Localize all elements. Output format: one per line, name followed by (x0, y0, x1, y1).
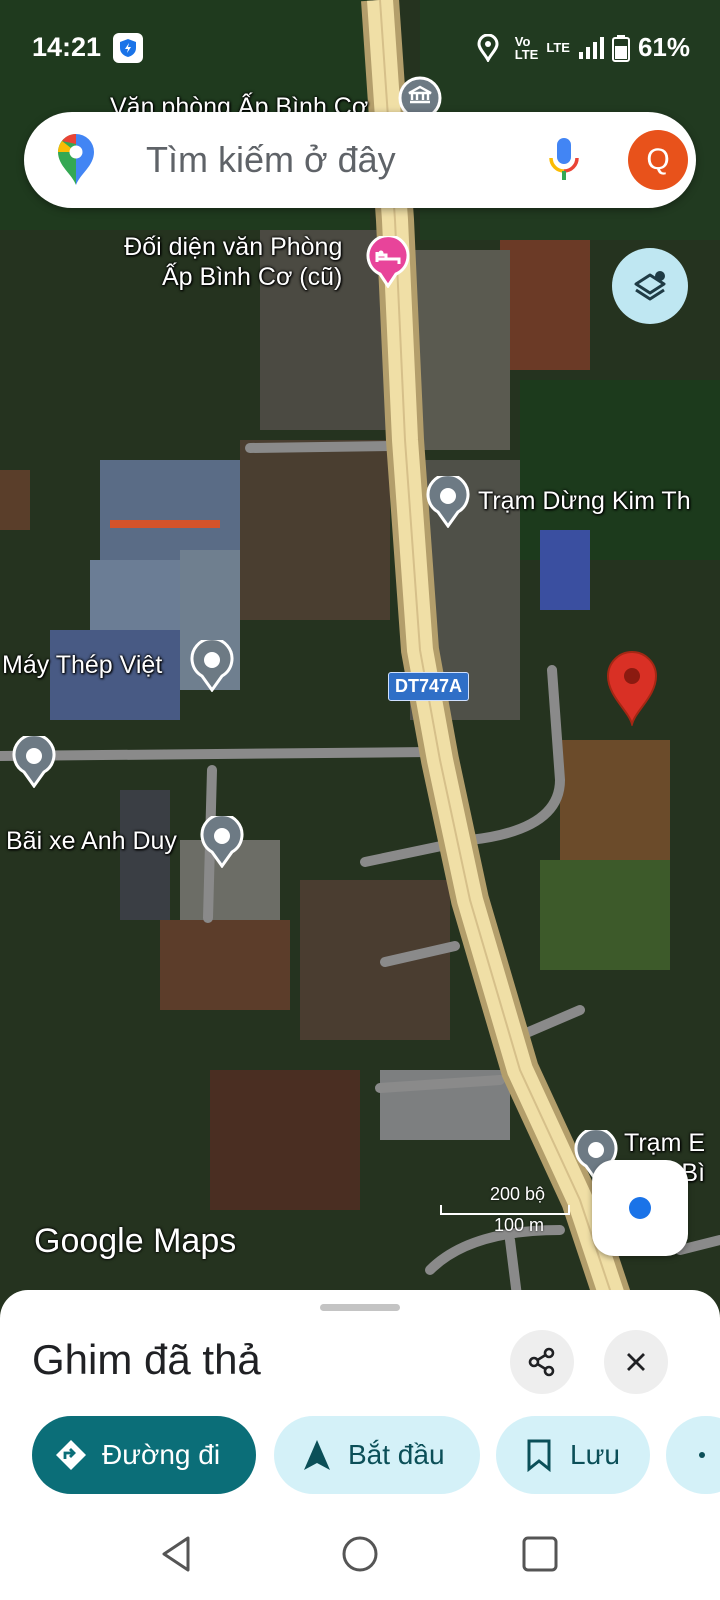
map-pin-icon[interactable] (12, 736, 56, 788)
my-location-button[interactable] (592, 1160, 688, 1256)
close-icon (627, 1353, 645, 1371)
poi-label-tram-dung[interactable]: Trạm Dừng Kim Th (478, 486, 691, 516)
signal-icon (578, 36, 604, 59)
search-input[interactable]: Tìm kiếm ở đây (146, 139, 396, 181)
battery-percent: 61% (637, 32, 690, 62)
share-icon (692, 1438, 720, 1472)
close-button[interactable] (604, 1330, 668, 1394)
navigation-arrow-icon (300, 1438, 334, 1472)
account-avatar[interactable]: Q (628, 130, 688, 190)
location-icon (477, 33, 499, 62)
map-pin-icon[interactable] (200, 816, 244, 868)
google-maps-pin-logo-icon (58, 134, 94, 185)
poi-label-may-thep[interactable]: Máy Thép Việt (2, 650, 162, 680)
sheet-title: Ghim đã thả (32, 1336, 261, 1383)
poi-label-doi-dien[interactable]: Đối diện văn Phòng Ấp Bình Cơ (cũ) (116, 232, 342, 292)
my-location-icon (629, 1197, 651, 1219)
search-bar[interactable]: Tìm kiếm ở đây Q (24, 112, 696, 208)
map-pin-icon[interactable] (190, 640, 234, 692)
scale-metric: 100 m (494, 1215, 545, 1235)
share-icon (528, 1347, 555, 1377)
road-shield: DT747A (388, 672, 470, 701)
battery-icon (611, 34, 630, 62)
scale-bar (440, 1205, 570, 1215)
hotel-pin-icon[interactable] (366, 236, 410, 288)
status-bar: 14:21 Vo LTE LTE 61% (0, 0, 720, 96)
poi-label-line2: Ấp Bình Cơ (cũ) (162, 263, 343, 291)
status-indicators: Vo LTE LTE 61% (477, 32, 690, 63)
scale-imperial: 200 bộ (490, 1184, 546, 1204)
poi-label-line1: Đối diện văn Phòng (124, 233, 343, 261)
back-icon[interactable] (152, 1530, 200, 1578)
security-shield-icon (113, 33, 143, 63)
microphone-icon[interactable] (546, 134, 582, 186)
dropped-pin-icon[interactable] (606, 650, 658, 726)
volte-icon: Vo LTE (514, 33, 539, 62)
map-scale: 200 bộ 100 m (440, 1184, 570, 1236)
directions-icon (54, 1438, 88, 1472)
recents-icon[interactable] (516, 1530, 564, 1578)
layers-icon (634, 271, 666, 301)
drag-handle[interactable] (320, 1304, 400, 1311)
status-time: 14:21 (32, 32, 102, 62)
poi-label-bai-xe[interactable]: Bãi xe Anh Duy (6, 826, 177, 856)
map-pin-icon[interactable] (426, 476, 470, 528)
save-button[interactable]: Lưu (496, 1416, 650, 1494)
home-icon[interactable] (336, 1530, 384, 1578)
system-navigation-bar (0, 1510, 720, 1600)
network-type: LTE (546, 40, 570, 55)
directions-button[interactable]: Đường đi (32, 1416, 256, 1494)
layers-button[interactable] (612, 248, 688, 324)
more-actions-chip[interactable] (666, 1416, 720, 1494)
poi-label-line1: Trạm E (624, 1129, 706, 1157)
start-button[interactable]: Bắt đầu (274, 1416, 480, 1494)
directions-label: Đường đi (102, 1439, 221, 1470)
share-button[interactable] (510, 1330, 574, 1394)
start-label: Bắt đầu (348, 1439, 445, 1470)
google-maps-logo: Google Maps (34, 1222, 237, 1260)
bookmark-icon (522, 1438, 556, 1472)
save-label: Lưu (570, 1439, 620, 1470)
